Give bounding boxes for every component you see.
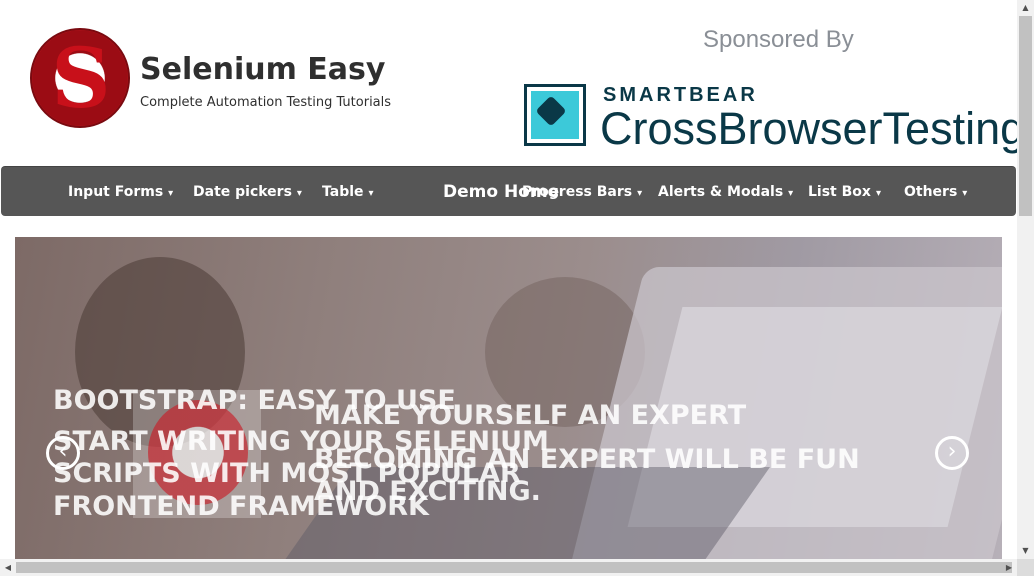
carousel-prev-button[interactable]: ‹ bbox=[46, 436, 80, 470]
brand-title: Selenium Easy bbox=[140, 52, 386, 87]
main-navbar: Input Forms ▾ Date pickers ▾ Table ▾ Demo H… bbox=[1, 166, 1016, 216]
nav-date-pickers[interactable]: Date pickers ▾ bbox=[193, 167, 302, 217]
horizontal-scroll-thumb[interactable] bbox=[16, 562, 1012, 573]
vertical-scroll-thumb[interactable] bbox=[1019, 16, 1032, 216]
scroll-left-icon[interactable]: ◀ bbox=[0, 559, 16, 576]
scrollbar-corner bbox=[1017, 559, 1034, 576]
carousel-next-button[interactable]: › bbox=[935, 436, 969, 470]
smartbear-logo-icon bbox=[524, 84, 586, 146]
caret-down-icon: ▾ bbox=[962, 188, 968, 199]
scroll-down-icon[interactable]: ▼ bbox=[1017, 543, 1034, 559]
caret-down-icon: ▾ bbox=[368, 188, 374, 199]
scroll-right-icon[interactable]: ▶ bbox=[1001, 559, 1017, 576]
logo-s-icon: S bbox=[51, 31, 111, 127]
caret-down-icon: ▾ bbox=[875, 188, 881, 199]
sponsor-label: Sponsored By bbox=[703, 26, 854, 53]
nav-alerts-modals[interactable]: Alerts & Modals ▾ bbox=[658, 167, 793, 217]
hero-carousel: Bootstrap: Easy to use Start writing you… bbox=[15, 237, 1002, 560]
brand-subtitle: Complete Automation Testing Tutorials bbox=[140, 95, 392, 110]
nav-others[interactable]: Others ▾ bbox=[904, 167, 967, 217]
caret-down-icon: ▾ bbox=[788, 188, 794, 199]
nav-progress-bars[interactable]: Progress Bars ▾ bbox=[522, 167, 642, 217]
slide2-text: Becoming an expert will be fun and excit… bbox=[314, 444, 860, 508]
nav-list-box[interactable]: List Box ▾ bbox=[808, 167, 881, 217]
caret-down-icon: ▾ bbox=[637, 188, 643, 199]
nav-input-forms[interactable]: Input Forms ▾ bbox=[68, 167, 173, 217]
caret-down-icon: ▾ bbox=[168, 188, 174, 199]
caret-down-icon: ▾ bbox=[296, 188, 302, 199]
sponsor-product: CrossBrowserTesting bbox=[600, 103, 1026, 154]
nav-table[interactable]: Table ▾ bbox=[322, 167, 374, 217]
scroll-up-icon[interactable]: ▲ bbox=[1017, 0, 1034, 16]
slide2-title: Make yourself an Expert bbox=[314, 400, 747, 431]
